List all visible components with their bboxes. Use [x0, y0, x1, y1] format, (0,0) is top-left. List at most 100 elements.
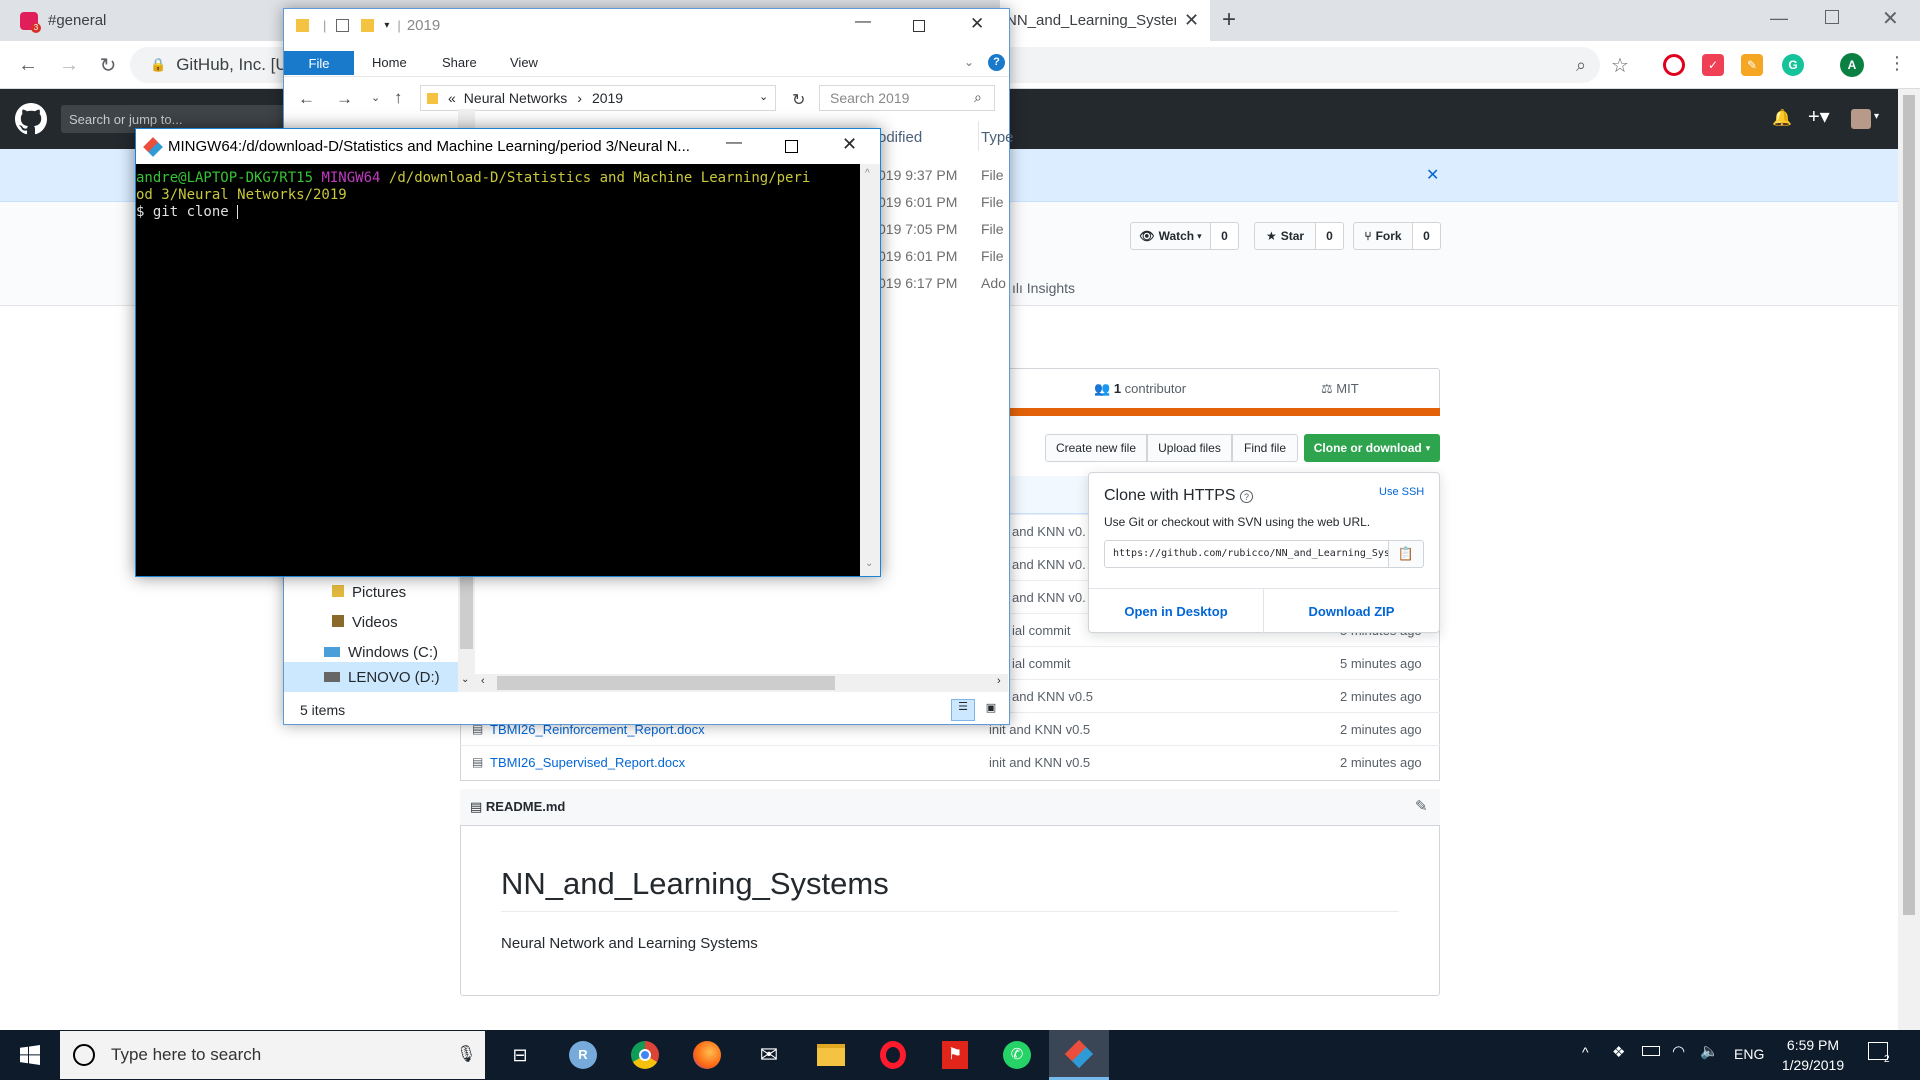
commit-message[interactable]: and KNN v0.5 — [1012, 689, 1093, 704]
tab-github[interactable]: NN_and_Learning_Systems ✕ — [1000, 0, 1210, 41]
large-icons-view-icon[interactable]: ▣ — [981, 701, 1001, 719]
address-dropdown-icon[interactable]: ⌄ — [759, 90, 768, 103]
back-icon[interactable]: ← — [298, 89, 315, 109]
commit-message[interactable]: init and KNN v0.5 — [989, 755, 1090, 770]
find-file-button[interactable]: Find file — [1232, 434, 1298, 462]
commit-message[interactable]: ial commit — [1012, 656, 1071, 671]
watch-count[interactable]: 0 — [1211, 222, 1239, 250]
reload-icon[interactable]: ↻ — [94, 51, 122, 79]
up-icon[interactable]: ↑ — [394, 88, 403, 108]
plus-dropdown-icon[interactable]: +▾ — [1808, 104, 1830, 129]
grammarly-icon[interactable]: G — [1782, 54, 1804, 76]
scrollbar-thumb[interactable] — [1903, 95, 1915, 915]
close-icon[interactable]: ✕ — [842, 134, 857, 155]
watch-button[interactable]: 👁 Watch ▾ — [1130, 222, 1211, 250]
git-bash-taskbar-icon[interactable] — [1049, 1030, 1109, 1080]
close-tab-icon[interactable]: ✕ — [1184, 10, 1199, 31]
show-hidden-icons[interactable]: ^ — [1582, 1044, 1589, 1060]
column-date-modified[interactable]: odified — [878, 129, 922, 146]
opera-extension-icon[interactable] — [1663, 54, 1685, 76]
commit-message[interactable]: and KNN v0. — [1012, 557, 1086, 572]
open-in-desktop-button[interactable]: Open in Desktop — [1089, 589, 1264, 634]
copy-clipboard-icon[interactable]: 📋 — [1388, 540, 1424, 568]
scroll-right-icon[interactable]: › — [997, 675, 1001, 687]
minimize-icon[interactable]: — — [855, 13, 871, 31]
mail-icon[interactable]: ✉ — [739, 1030, 799, 1080]
download-zip-button[interactable]: Download ZIP — [1264, 589, 1439, 634]
refresh-icon[interactable]: ↻ — [792, 90, 805, 110]
new-tab-button[interactable]: + — [1222, 6, 1236, 34]
terminal-scrollbar[interactable]: ^ ⌄ — [860, 164, 880, 576]
file-explorer-taskbar-icon[interactable] — [801, 1030, 861, 1080]
profile-avatar[interactable]: A — [1840, 53, 1864, 77]
whatsapp-icon[interactable]: ✆ — [987, 1030, 1047, 1080]
terminal-output[interactable]: andre@LAPTOP-DKG7RT15 MINGW64 /d/downloa… — [136, 164, 860, 576]
tab-insights[interactable]: ılı Insights — [1012, 280, 1075, 296]
horizontal-scrollbar-thumb[interactable] — [497, 676, 835, 690]
volume-icon[interactable]: 🔈 — [1700, 1042, 1719, 1060]
upload-files-button[interactable]: Upload files — [1147, 434, 1232, 462]
recent-dropdown-icon[interactable]: ⌄ — [371, 91, 380, 104]
acrobat-icon[interactable]: ⚑ — [925, 1030, 985, 1080]
use-ssh-link[interactable]: Use SSH — [1379, 486, 1424, 498]
forward-icon[interactable]: → — [55, 51, 83, 79]
breadcrumb-item[interactable]: Neural Networks — [464, 90, 567, 106]
github-logo-icon[interactable] — [15, 103, 47, 135]
address-bar[interactable]: 🔒 GitHub, Inc. [U — [130, 47, 290, 83]
path-overflow-icon[interactable]: « — [448, 90, 456, 106]
start-button[interactable] — [0, 1030, 60, 1080]
firefox-icon[interactable] — [677, 1030, 737, 1080]
nav-item-pictures[interactable]: Pictures — [332, 584, 406, 601]
nav-item-windows-c[interactable]: Windows (C:) — [324, 644, 438, 661]
scroll-up-icon[interactable]: ^ — [865, 168, 870, 179]
nav-item-videos[interactable]: Videos — [332, 614, 398, 631]
address-bar-right[interactable] — [1010, 47, 1600, 83]
license-link[interactable]: ⚖ MIT — [1321, 381, 1359, 397]
minimize-icon[interactable]: — — [726, 134, 742, 152]
maximize-icon[interactable] — [913, 20, 925, 32]
properties-icon[interactable] — [336, 19, 350, 32]
tab-view[interactable]: View — [510, 55, 538, 70]
scroll-down-icon[interactable]: ⌄ — [865, 558, 873, 569]
new-folder-icon[interactable] — [361, 19, 375, 32]
minimize-icon[interactable]: — — [1770, 8, 1788, 29]
tab-share[interactable]: Share — [442, 55, 477, 70]
task-view-icon[interactable]: ⊟ — [490, 1030, 550, 1080]
tab-file[interactable]: File — [284, 51, 354, 75]
back-icon[interactable]: ← — [14, 51, 42, 79]
qat-dropdown-icon[interactable]: ▾ — [384, 20, 389, 31]
language-indicator[interactable]: ENG — [1734, 1046, 1764, 1062]
star-button[interactable]: ★ Star — [1254, 222, 1316, 250]
pocket-extension-icon[interactable]: ✓ — [1702, 54, 1724, 76]
star-count[interactable]: 0 — [1316, 222, 1344, 250]
horizontal-scrollbar[interactable]: ‹ › — [475, 674, 1008, 692]
avatar-dropdown-icon[interactable]: ▾ — [1874, 111, 1879, 122]
commit-message[interactable]: and KNN v0. — [1012, 590, 1086, 605]
bookmark-star-icon[interactable]: ☆ — [1606, 51, 1634, 79]
file-link[interactable]: TBMI26_Supervised_Report.docx — [490, 755, 685, 770]
help-icon[interactable]: ? — [1240, 490, 1254, 503]
close-window-icon[interactable]: ✕ — [1882, 6, 1899, 31]
menu-icon[interactable]: ⋮ — [1888, 53, 1906, 74]
system-clock[interactable]: 6:59 PM 1/29/2019 — [1776, 1035, 1850, 1075]
microphone-icon[interactable]: 🎙 — [456, 1044, 476, 1064]
taskbar-search-box[interactable]: Type here to search 🎙 — [60, 1031, 485, 1079]
extension-icon[interactable]: ✎ — [1741, 54, 1763, 76]
nav-item-lenovo-d[interactable]: LENOVO (D:) — [284, 662, 458, 692]
clone-or-download-button[interactable]: Clone or download ▾ — [1304, 434, 1440, 462]
wifi-icon[interactable]: ◠ — [1672, 1042, 1685, 1060]
contributors-link[interactable]: 👥 1 contributor — [1094, 381, 1186, 397]
commit-message[interactable]: and KNN v0. — [1012, 524, 1086, 539]
explorer-search-input[interactable]: Search 2019 ⌕ — [819, 85, 995, 111]
close-icon[interactable]: ✕ — [970, 14, 984, 34]
notification-bell-icon[interactable]: 🔔 — [1772, 108, 1792, 128]
restore-icon[interactable] — [1825, 10, 1839, 24]
dropbox-icon[interactable]: ❖ — [1612, 1043, 1625, 1061]
forward-icon[interactable]: → — [336, 89, 353, 109]
fork-button[interactable]: ⑂ Fork — [1353, 222, 1413, 250]
rstudio-icon[interactable]: R — [553, 1030, 613, 1080]
zoom-icon[interactable]: ⌕ — [1567, 51, 1595, 79]
explorer-address-bar[interactable]: « Neural Networks › 2019 ⌄ — [420, 85, 776, 111]
edit-pencil-icon[interactable]: ✎ — [1415, 797, 1428, 815]
details-view-icon[interactable]: ☰ — [951, 699, 975, 721]
